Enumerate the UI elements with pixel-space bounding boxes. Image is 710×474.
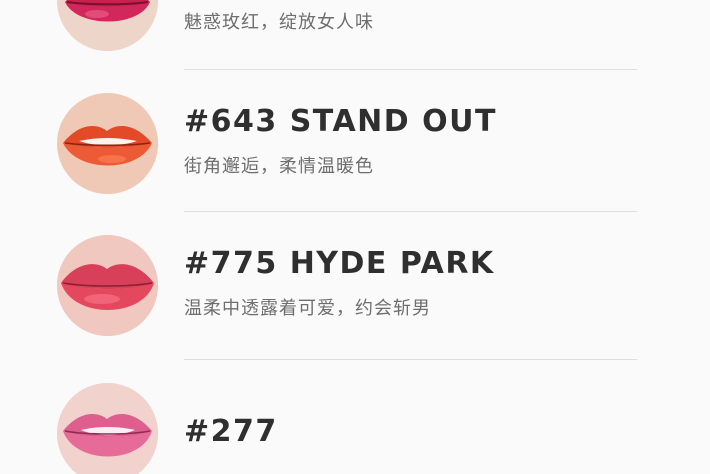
shade-code: #277	[184, 414, 278, 449]
shade-description: 街角邂逅，柔情温暖色	[184, 156, 374, 177]
lipstick-shade-list: 魅惑玫红，绽放女人味 #643 STAND OUT 街角邂逅，柔情温暖色 #77…	[0, 0, 710, 474]
shade-description: 温柔中透露着可爱，约会斩男	[184, 298, 431, 319]
list-item[interactable]: 魅惑玫红，绽放女人味	[0, 0, 710, 70]
list-item[interactable]: #643 STAND OUT 街角邂逅，柔情温暖色	[0, 70, 710, 212]
shade-code: #775 HYDE PARK	[184, 246, 495, 281]
list-item[interactable]: #775 HYDE PARK 温柔中透露着可爱，约会斩男	[0, 212, 710, 360]
lip-swatch-image	[57, 383, 158, 474]
lip-swatch-image	[57, 0, 158, 51]
lip-swatch-image	[57, 93, 158, 194]
shade-code: #643 STAND OUT	[184, 104, 497, 139]
shade-description: 魅惑玫红，绽放女人味	[184, 12, 374, 33]
lips-icon	[57, 383, 158, 474]
lips-icon	[57, 235, 158, 336]
list-item[interactable]: #277	[0, 360, 710, 474]
lips-icon	[57, 0, 158, 51]
lips-icon	[57, 93, 158, 194]
lip-swatch-image	[57, 235, 158, 336]
